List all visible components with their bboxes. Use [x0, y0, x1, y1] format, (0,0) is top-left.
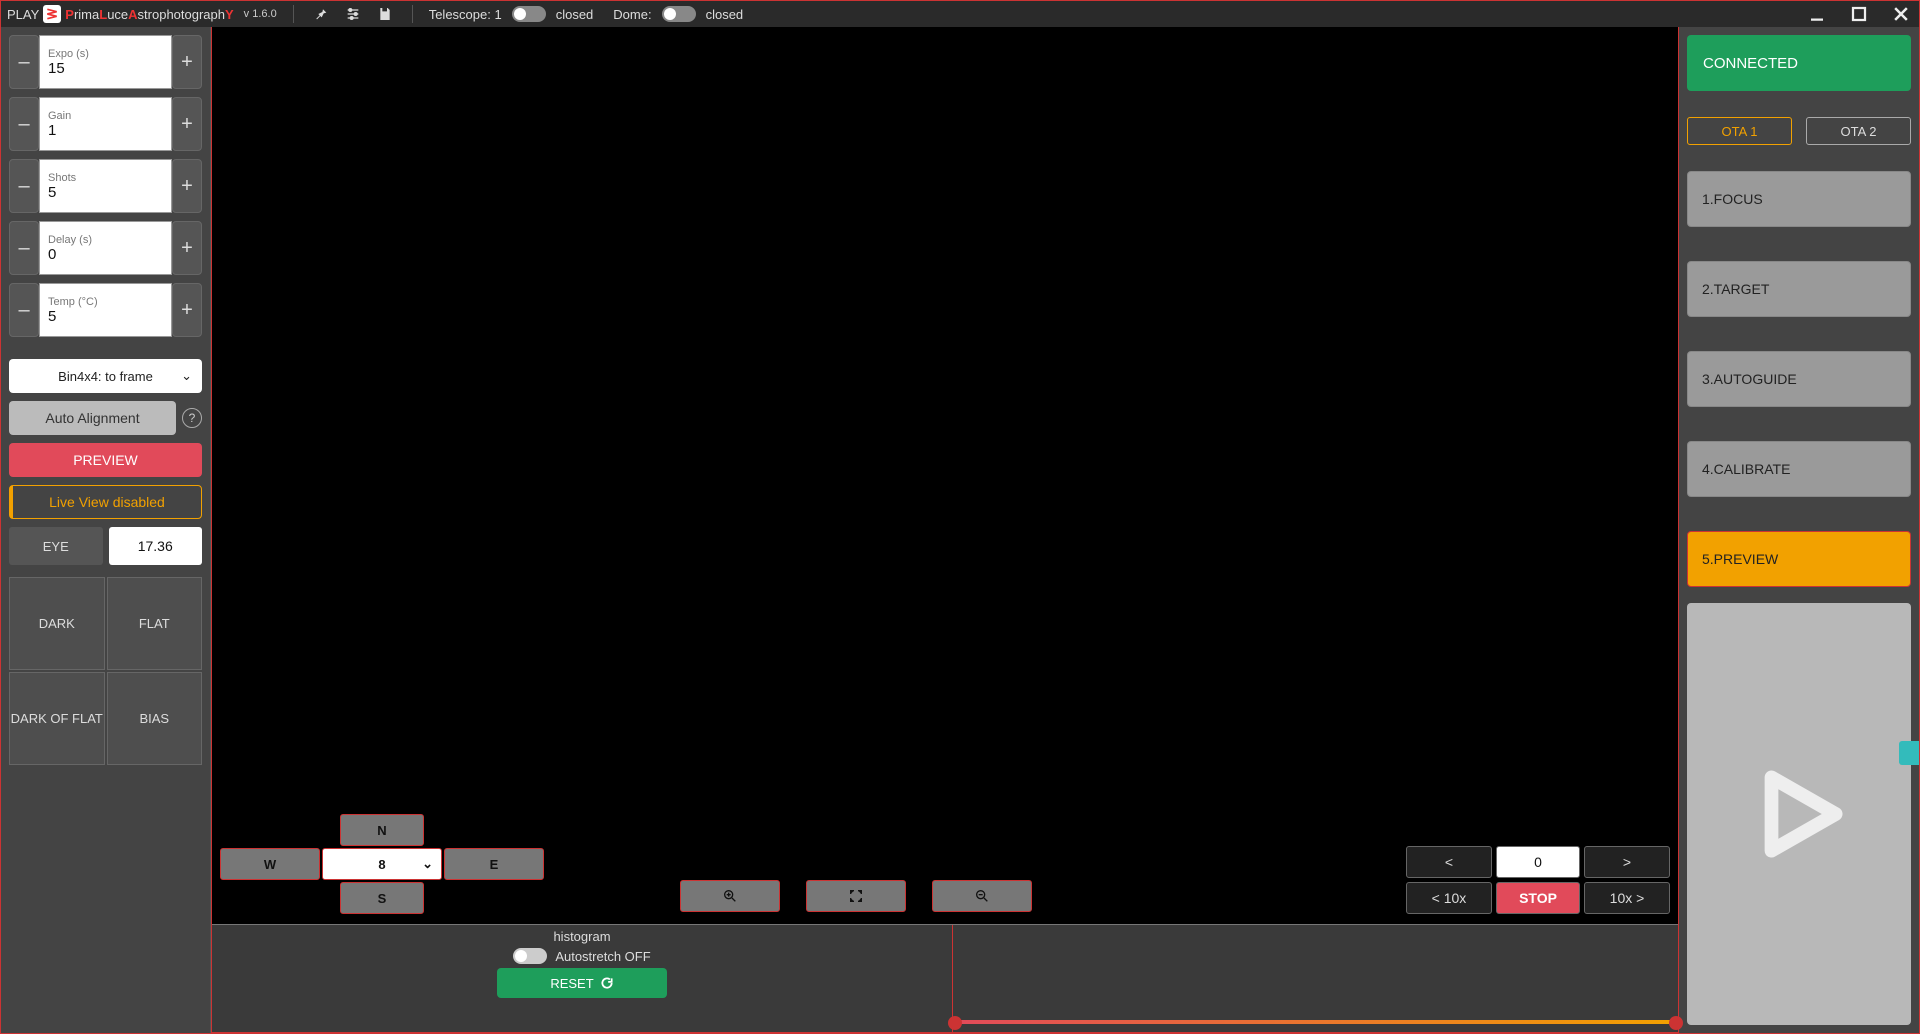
step-autoguide[interactable]: 3.AUTOGUIDE	[1687, 351, 1911, 407]
fit-button[interactable]	[806, 880, 906, 912]
step-calibrate[interactable]: 4.CALIBRATE	[1687, 441, 1911, 497]
save-icon[interactable]	[374, 3, 396, 25]
step-target[interactable]: 2.TARGET	[1687, 261, 1911, 317]
shots-plus[interactable]: +	[172, 159, 202, 213]
center-panel: N W 8⌄ E S < 0 >	[211, 27, 1679, 1033]
dome-label: Dome:	[613, 7, 651, 22]
expo-plus[interactable]: +	[172, 35, 202, 89]
autostretch-label: Autostretch OFF	[555, 949, 650, 964]
delay-control: – Delay (s)0 +	[9, 221, 202, 275]
east-button[interactable]: E	[444, 848, 544, 880]
telescope-state: closed	[556, 7, 594, 22]
close-button[interactable]	[1889, 2, 1913, 26]
zoom-in-button[interactable]	[680, 880, 780, 912]
speed-select[interactable]: 8⌄	[322, 848, 442, 880]
sidebar-left: – Expo (s)15 + – Gain1 + – Shots5 + – De…	[1, 27, 211, 1033]
help-icon[interactable]: ?	[182, 408, 202, 428]
menubar: PLAY PrimaLuceAstrophotographY v 1.6.0 T…	[1, 1, 1919, 27]
eye-label: EYE	[9, 527, 103, 565]
ota1-button[interactable]: OTA 1	[1687, 117, 1792, 145]
dome-toggle[interactable]	[662, 6, 696, 22]
gain-minus[interactable]: –	[9, 97, 39, 151]
expo-minus[interactable]: –	[9, 35, 39, 89]
darkflat-button[interactable]: DARK OF FLAT	[9, 672, 105, 765]
image-viewport[interactable]: N W 8⌄ E S < 0 >	[212, 27, 1678, 924]
connection-status[interactable]: CONNECTED	[1687, 35, 1911, 91]
rotate-left-10x-button[interactable]: < 10x	[1406, 882, 1492, 914]
shots-minus[interactable]: –	[9, 159, 39, 213]
autostretch-toggle[interactable]	[513, 948, 547, 964]
west-button[interactable]: W	[220, 848, 320, 880]
rotate-value[interactable]: 0	[1496, 846, 1580, 878]
ota2-button[interactable]: OTA 2	[1806, 117, 1911, 145]
temp-plus[interactable]: +	[172, 283, 202, 337]
rotate-right-10x-button[interactable]: 10x >	[1584, 882, 1670, 914]
chevron-down-icon: ⌄	[181, 368, 192, 384]
flat-button[interactable]: FLAT	[107, 577, 203, 670]
histogram-title: histogram	[553, 929, 610, 944]
step-focus[interactable]: 1.FOCUS	[1687, 171, 1911, 227]
logo-icon	[43, 5, 61, 23]
temp-field[interactable]: Temp (°C)5	[39, 283, 172, 337]
maximize-button[interactable]	[1847, 2, 1871, 26]
reset-button[interactable]: RESET	[497, 968, 667, 998]
chevron-down-icon: ⌄	[422, 856, 433, 872]
sliders-icon[interactable]	[342, 3, 364, 25]
minimize-button[interactable]	[1805, 2, 1829, 26]
shots-control: – Shots5 +	[9, 159, 202, 213]
bias-button[interactable]: BIAS	[107, 672, 203, 765]
telescope-label: Telescope: 1	[429, 7, 502, 22]
delay-field[interactable]: Delay (s)0	[39, 221, 172, 275]
temp-minus[interactable]: –	[9, 283, 39, 337]
app-title: PrimaLuceAstrophotographY	[65, 7, 233, 22]
rotate-left-button[interactable]: <	[1406, 846, 1492, 878]
expo-control: – Expo (s)15 +	[9, 35, 202, 89]
app-version: v 1.6.0	[244, 8, 277, 20]
eye-value: 17.36	[109, 527, 203, 565]
calibration-grid: DARK FLAT DARK OF FLAT BIAS	[9, 577, 202, 765]
app-logo: PLAY PrimaLuceAstrophotographY v 1.6.0	[7, 5, 277, 23]
delay-minus[interactable]: –	[9, 221, 39, 275]
gain-field[interactable]: Gain1	[39, 97, 172, 151]
zoom-out-button[interactable]	[932, 880, 1032, 912]
step-preview[interactable]: 5.PREVIEW	[1687, 531, 1911, 587]
delay-plus[interactable]: +	[172, 221, 202, 275]
expo-field[interactable]: Expo (s)15	[39, 35, 172, 89]
gain-control: – Gain1 +	[9, 97, 202, 151]
stop-button[interactable]: STOP	[1496, 882, 1580, 914]
shots-field[interactable]: Shots5	[39, 159, 172, 213]
liveview-button[interactable]: Live View disabled	[9, 485, 202, 519]
gain-plus[interactable]: +	[172, 97, 202, 151]
start-sequence-button[interactable]	[1687, 603, 1911, 1025]
temp-control: – Temp (°C)5 +	[9, 283, 202, 337]
binning-select[interactable]: Bin4x4: to frame ⌄	[9, 359, 202, 393]
telescope-toggle[interactable]	[512, 6, 546, 22]
dark-button[interactable]: DARK	[9, 577, 105, 670]
histogram-slider[interactable]	[952, 925, 1678, 1032]
app-play-label: PLAY	[7, 7, 39, 22]
auto-alignment-button[interactable]: Auto Alignment	[9, 401, 176, 435]
pin-icon[interactable]	[310, 3, 332, 25]
dome-state: closed	[706, 7, 744, 22]
direction-pad: N W 8⌄ E S	[220, 814, 544, 914]
south-button[interactable]: S	[340, 882, 424, 914]
histogram-panel: histogram Autostretch OFF RESET	[212, 924, 1678, 1032]
preview-button[interactable]: PREVIEW	[9, 443, 202, 477]
sidebar-right: CONNECTED OTA 1 OTA 2 1.FOCUS 2.TARGET 3…	[1679, 27, 1919, 1033]
rotator-controls: < 0 > < 10x STOP 10x >	[1406, 846, 1670, 914]
rotate-right-button[interactable]: >	[1584, 846, 1670, 878]
teamviewer-icon[interactable]	[1899, 741, 1919, 765]
north-button[interactable]: N	[340, 814, 424, 846]
